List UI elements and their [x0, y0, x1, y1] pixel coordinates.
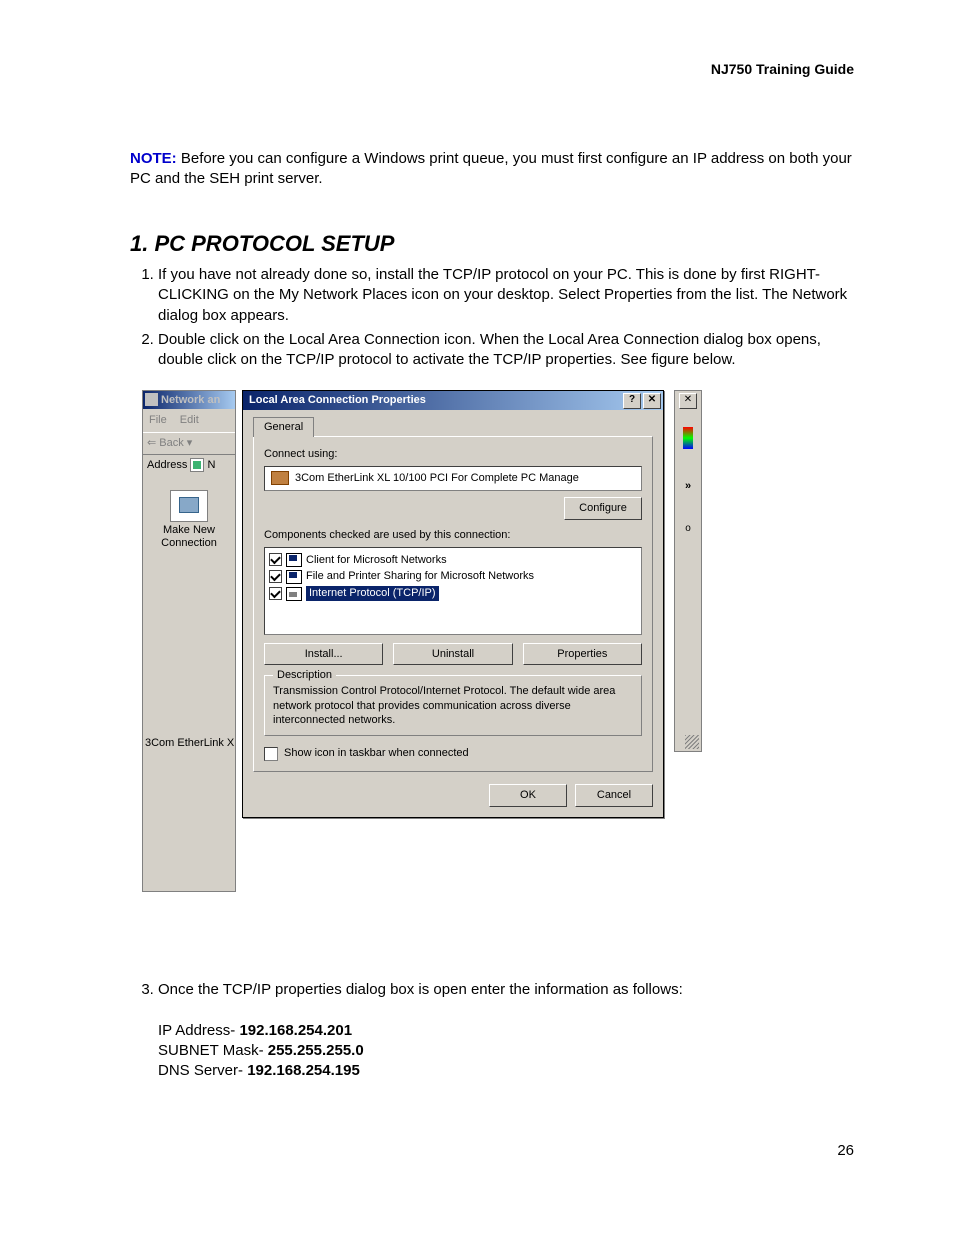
nic-name: 3Com EtherLink XL 10/100 PCI For Complet… [295, 471, 579, 486]
network-window-title: Network an [161, 394, 220, 406]
icon-caption-2: Connection [143, 537, 235, 550]
show-icon-row[interactable]: Show icon in taskbar when connected [264, 746, 642, 761]
color-swatch-icon [683, 427, 693, 449]
page-number: 26 [130, 1141, 854, 1161]
address-label: Address [147, 459, 187, 471]
icon-caption-1: Make New [143, 524, 235, 537]
components-list[interactable]: Client for Microsoft Networks File and P… [264, 547, 642, 635]
install-button[interactable]: Install... [264, 643, 383, 666]
ip-line: IP Address- 192.168.254.201 [158, 1021, 854, 1041]
dialog-titlebar: Local Area Connection Properties ? ✕ [243, 391, 663, 410]
client-icon [286, 553, 302, 567]
menu-edit[interactable]: Edit [180, 414, 199, 426]
dns-label: DNS Server- [158, 1062, 247, 1079]
uninstall-button[interactable]: Uninstall [393, 643, 512, 666]
address-icon [190, 458, 204, 472]
comp3-label: Internet Protocol (TCP/IP) [306, 586, 439, 601]
ip-label: IP Address- [158, 1022, 239, 1039]
nic-field: 3Com EtherLink XL 10/100 PCI For Complet… [264, 466, 642, 491]
o-indicator: o [675, 522, 701, 536]
note-text: Before you can configure a Windows print… [130, 150, 852, 187]
lan-properties-dialog: Local Area Connection Properties ? ✕ Gen… [242, 390, 664, 818]
steps-bottom: Once the TCP/IP properties dialog box is… [130, 980, 854, 1000]
checkbox-icon[interactable] [269, 553, 282, 566]
protocol-icon [286, 587, 302, 601]
description-text: Transmission Control Protocol/Internet P… [273, 684, 633, 727]
properties-button[interactable]: Properties [523, 643, 642, 666]
status-bar-text: 3Com EtherLink X [145, 736, 234, 751]
ok-button[interactable]: OK [489, 784, 567, 807]
comp2-label: File and Printer Sharing for Microsoft N… [306, 569, 534, 584]
list-item[interactable]: Client for Microsoft Networks [269, 552, 637, 569]
embedded-screenshot: Network an File Edit ⇐ Back ▾ Address N … [142, 390, 702, 900]
window-icon [145, 393, 158, 406]
menu-file[interactable]: File [149, 414, 167, 426]
mask-line: SUBNET Mask- 255.255.255.0 [158, 1041, 854, 1061]
cancel-button[interactable]: Cancel [575, 784, 653, 807]
close-button[interactable]: ✕ [643, 393, 661, 409]
toolbar-back[interactable]: ⇐ Back ▾ [143, 432, 235, 455]
dialog-title: Local Area Connection Properties [249, 394, 426, 406]
comp1-label: Client for Microsoft Networks [306, 553, 447, 568]
note-label: NOTE: [130, 150, 177, 167]
dns-line: DNS Server- 192.168.254.195 [158, 1061, 854, 1081]
step-3-text: Once the TCP/IP properties dialog box is… [158, 981, 683, 998]
show-icon-label: Show icon in taskbar when connected [284, 746, 469, 761]
tab-page-general: Connect using: 3Com EtherLink XL 10/100 … [253, 436, 653, 772]
ip-value: 192.168.254.201 [239, 1022, 352, 1039]
doc-header: NJ750 Training Guide [130, 60, 854, 79]
components-label: Components checked are used by this conn… [264, 528, 642, 543]
mask-value: 255.255.255.0 [268, 1042, 364, 1059]
resize-grip-icon[interactable] [685, 735, 699, 749]
mask-label: SUBNET Mask- [158, 1042, 268, 1059]
steps-top: If you have not already done so, install… [130, 265, 854, 370]
right-window-edge: ✕ » o [674, 390, 702, 752]
menu-bar[interactable]: File Edit [143, 409, 235, 432]
share-icon [286, 570, 302, 584]
note-block: NOTE: Before you can configure a Windows… [130, 149, 854, 190]
connect-using-label: Connect using: [264, 447, 642, 462]
step-2: Double click on the Local Area Connectio… [158, 330, 854, 371]
checkbox-icon[interactable] [269, 570, 282, 583]
list-item[interactable]: File and Printer Sharing for Microsoft N… [269, 568, 637, 585]
help-button[interactable]: ? [623, 393, 641, 409]
checkbox-icon[interactable] [269, 587, 282, 600]
show-icon-checkbox[interactable] [264, 747, 278, 761]
network-window-titlebar: Network an [143, 391, 235, 409]
tab-general[interactable]: General [253, 417, 314, 437]
make-new-connection-icon[interactable] [170, 490, 208, 522]
close-icon[interactable]: ✕ [679, 393, 697, 409]
description-group: Description Transmission Control Protoco… [264, 675, 642, 736]
configure-button[interactable]: Configure [564, 497, 642, 520]
description-title: Description [273, 668, 336, 683]
address-bar[interactable]: Address N [143, 455, 235, 476]
network-window: Network an File Edit ⇐ Back ▾ Address N … [142, 390, 236, 892]
dns-value: 192.168.254.195 [247, 1062, 360, 1079]
step-3: Once the TCP/IP properties dialog box is… [158, 980, 854, 1000]
list-item-selected[interactable]: Internet Protocol (TCP/IP) [269, 585, 637, 602]
step-1: If you have not already done so, install… [158, 265, 854, 326]
nic-icon [271, 471, 289, 485]
chevron-icon[interactable]: » [675, 479, 701, 494]
section-heading: 1. PC PROTOCOL SETUP [130, 229, 854, 259]
